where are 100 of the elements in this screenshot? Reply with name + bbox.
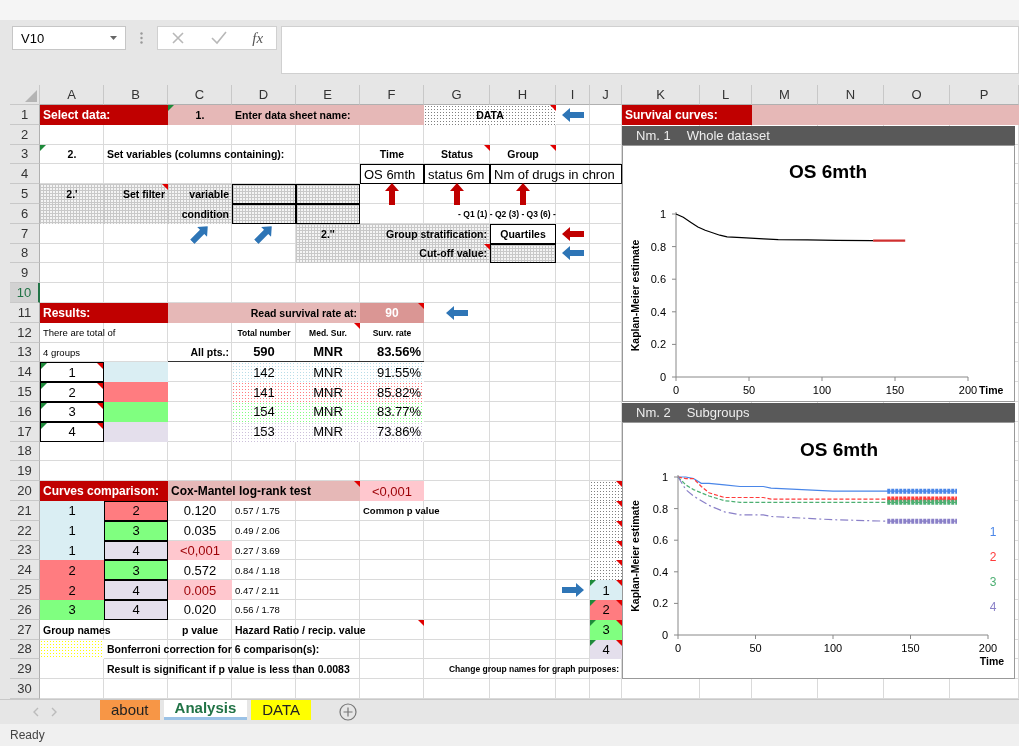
sheet-cell[interactable]: 4	[590, 639, 622, 660]
row-header[interactable]: 7	[10, 223, 40, 244]
column-header[interactable]: C	[168, 85, 232, 105]
sheet-cell[interactable]: 3	[590, 619, 622, 640]
column-header[interactable]: K	[622, 85, 700, 105]
row-header[interactable]: 14	[10, 362, 40, 383]
sheet-cell[interactable]: Time	[360, 144, 424, 165]
sheet-cell[interactable]: MNR	[296, 401, 360, 422]
sheet-cell[interactable]: 3	[40, 599, 104, 620]
sheet-cell[interactable]: variable	[168, 184, 232, 204]
sheet-cell[interactable]: 83.77%	[360, 401, 424, 422]
sheet-cell[interactable]: 4	[104, 580, 168, 600]
previous-sheet-icon[interactable]	[32, 706, 40, 717]
row-header[interactable]: 29	[10, 659, 40, 680]
filled-cell[interactable]	[590, 560, 622, 581]
sheet-cell[interactable]: Cox-Mantel log-rank test	[168, 481, 360, 501]
cancel-icon[interactable]	[170, 31, 185, 45]
sheet-cell[interactable]: status 6m	[424, 164, 490, 185]
sheet-cell[interactable]: 153	[232, 421, 296, 442]
column-header[interactable]: P	[950, 85, 1019, 105]
sheet-cell[interactable]: Group names	[40, 619, 168, 640]
filled-cell[interactable]	[104, 362, 168, 383]
row-header[interactable]: 8	[10, 243, 40, 264]
sheet-cell[interactable]: Curves comparison:	[40, 481, 168, 501]
row-header[interactable]: 30	[10, 679, 40, 699]
sheet-cell[interactable]: 1	[40, 540, 104, 561]
sheet-cell[interactable]: MNR	[296, 362, 360, 383]
sheet-cell[interactable]: Status	[424, 144, 490, 165]
add-sheet-icon[interactable]	[339, 702, 358, 721]
filled-cell[interactable]	[104, 421, 168, 442]
sheet-cell[interactable]: MNR	[296, 382, 360, 402]
check-icon[interactable]	[210, 31, 227, 45]
filled-cell[interactable]	[296, 243, 360, 264]
filled-cell[interactable]	[490, 243, 556, 264]
column-header[interactable]: H	[490, 85, 556, 105]
row-header[interactable]: 6	[10, 204, 40, 224]
row-header[interactable]: 3	[10, 144, 40, 165]
sheet-cell[interactable]: 0.020	[168, 599, 232, 620]
sheet-cell[interactable]: 1	[590, 580, 622, 600]
sheet-cell[interactable]: Group stratification:	[360, 223, 490, 244]
sheet-cell[interactable]: 73.86%	[360, 421, 424, 442]
sheet-cell[interactable]: 142	[232, 362, 296, 383]
sheet-cell[interactable]: 2	[590, 599, 622, 620]
row-header[interactable]: 22	[10, 520, 40, 541]
filled-cell[interactable]	[40, 204, 104, 224]
sheet-cell[interactable]: There are total of	[40, 322, 168, 343]
sheet-cell[interactable]: Set variables (columns containing):	[104, 144, 360, 165]
sheet-cell[interactable]: 0.49 / 2.06	[232, 520, 296, 541]
sheet-cell[interactable]: Change group names for graph purposes:	[424, 659, 622, 680]
row-header[interactable]: 27	[10, 619, 40, 640]
column-header[interactable]: N	[818, 85, 884, 105]
sheet-cell[interactable]: Read survival rate at:	[168, 302, 360, 323]
sheet-cell[interactable]: 0.120	[168, 500, 232, 521]
filled-cell[interactable]	[104, 382, 168, 402]
filled-cell[interactable]	[232, 184, 296, 204]
row-header[interactable]: 28	[10, 639, 40, 660]
column-header[interactable]: A	[40, 85, 104, 105]
row-header[interactable]: 1	[10, 105, 40, 125]
sheet-cell[interactable]: 2	[40, 580, 104, 600]
name-box[interactable]: V10	[12, 26, 126, 50]
row-header[interactable]: 25	[10, 580, 40, 600]
sheet-tab[interactable]: DATA	[251, 699, 312, 720]
sheet-cell[interactable]: 0.57 / 1.75	[232, 500, 296, 521]
column-header[interactable]: E	[296, 85, 360, 105]
select-all-icon[interactable]	[25, 90, 37, 102]
row-header[interactable]: 11	[10, 302, 40, 323]
sheet-cell[interactable]: Survival curves:	[622, 105, 752, 125]
sheet-cell[interactable]: Total number	[232, 322, 296, 343]
sheet-cell[interactable]: Med. Sur.	[296, 322, 360, 343]
sheet-cell[interactable]: 3	[104, 560, 168, 581]
sheet-cell[interactable]: Group	[490, 144, 556, 165]
sheet-cell[interactable]: MNR	[296, 421, 360, 442]
sheet-cell[interactable]: 2.'	[40, 184, 104, 204]
sheet-cell[interactable]: <0,001	[168, 540, 232, 561]
row-header[interactable]: 2	[10, 124, 40, 145]
sheet-cell[interactable]: 1.	[168, 105, 232, 125]
row-header[interactable]: 20	[10, 481, 40, 501]
filled-cell[interactable]	[104, 401, 168, 422]
row-header[interactable]: 4	[10, 164, 40, 185]
sheet-cell[interactable]: 0.47 / 2.11	[232, 580, 296, 600]
column-header[interactable]: O	[884, 85, 950, 105]
row-header[interactable]: 5	[10, 184, 40, 204]
filled-cell[interactable]	[752, 105, 1019, 125]
sheet-cell[interactable]: 4	[104, 540, 168, 561]
sheet-cell[interactable]: 0.005	[168, 580, 232, 600]
sheet-cell[interactable]: 91.55%	[360, 362, 424, 383]
sheet-cell[interactable]: All pts.:	[168, 342, 232, 363]
sheet-cell[interactable]: 2.''	[296, 223, 360, 244]
sheet-cell[interactable]: - Q1 (1) - Q2 (3) - Q3 (6) -	[424, 204, 590, 224]
row-header[interactable]: 26	[10, 599, 40, 620]
filled-cell[interactable]	[296, 184, 360, 204]
sheet-cell[interactable]: 4 groups	[40, 342, 168, 363]
drag-handle-icon[interactable]	[140, 32, 143, 44]
column-header[interactable]: J	[590, 85, 622, 105]
sheet-cell[interactable]: Results:	[40, 302, 168, 323]
row-header[interactable]: 21	[10, 500, 40, 521]
sheet-cell[interactable]: Set filter	[104, 184, 168, 204]
row-header[interactable]: 18	[10, 441, 40, 462]
filled-cell[interactable]	[590, 481, 622, 501]
sheet-cell[interactable]: 0.27 / 3.69	[232, 540, 296, 561]
